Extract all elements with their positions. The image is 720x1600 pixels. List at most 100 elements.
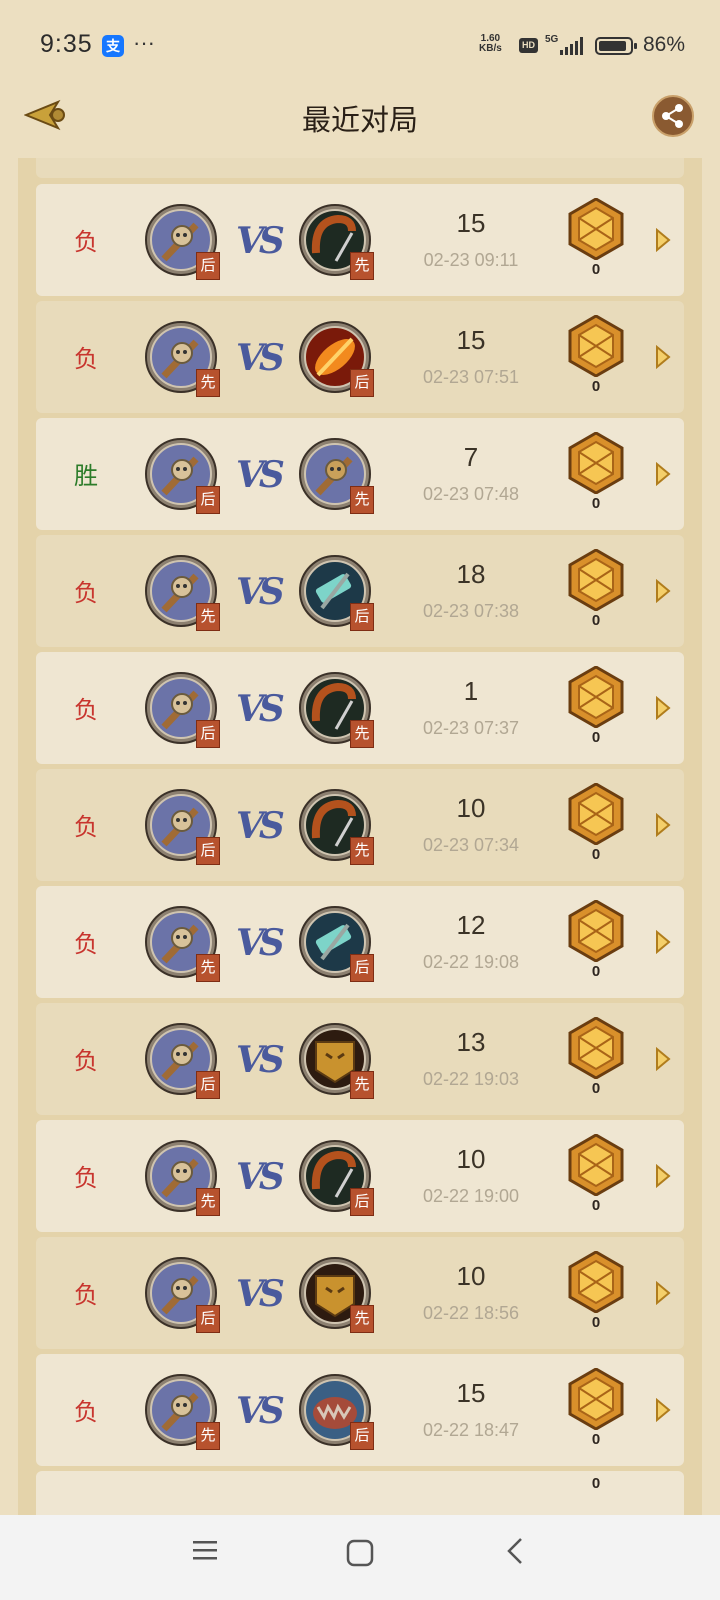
match-row[interactable]: 胜后 VS 先 7 02-23 07:48 0 (36, 418, 684, 530)
match-row[interactable]: 负先 VS 后 10 02-22 19:00 0 (36, 1120, 684, 1232)
alipay-notification-icon: 支 (102, 35, 124, 57)
share-button[interactable] (652, 95, 694, 137)
more-notifications-icon: ··· (133, 30, 155, 55)
opponent-hero-portrait: 后 (298, 320, 374, 397)
my-hero-portrait: 先 (144, 905, 220, 982)
menu-icon[interactable] (192, 1537, 218, 1563)
home-square-icon[interactable] (346, 1539, 374, 1567)
turn-count: 10 (456, 1144, 486, 1174)
match-datetime: 02-22 19:00 (422, 1186, 520, 1206)
share-icon (662, 104, 683, 128)
my-turn-order-badge: 后 (196, 837, 220, 865)
rank-gem-icon (568, 314, 624, 378)
my-turn-order-badge: 先 (196, 1422, 220, 1450)
turn-count: 10 (456, 793, 486, 823)
rank-value: 0 (591, 1475, 601, 1492)
match-result: 负 (74, 579, 98, 607)
vs-label: VS (236, 1156, 285, 1198)
rank-value: 0 (591, 1314, 601, 1331)
system-nav-bar (0, 1515, 720, 1600)
match-row[interactable]: 负后 VS 先 13 02-22 19:03 0 (36, 1003, 684, 1115)
rank-gem-icon (568, 1367, 624, 1431)
match-row[interactable]: 负后 VS 先 1 02-23 07:37 0 (36, 652, 684, 764)
opponent-hero-portrait: 后 (298, 905, 374, 982)
opponent-turn-order-badge: 后 (350, 954, 374, 982)
rank-value: 0 (591, 612, 601, 629)
opponent-turn-order-badge: 后 (350, 1188, 374, 1216)
match-row[interactable]: 负先 VS 后 15 02-22 18:47 0 (36, 1354, 684, 1466)
rank-value: 0 (591, 846, 601, 863)
replay-play-icon[interactable] (654, 1398, 672, 1422)
replay-play-icon[interactable] (654, 462, 672, 486)
app-header: 最近对局 (0, 90, 720, 158)
match-datetime: 02-23 07:37 (422, 718, 520, 738)
opponent-turn-order-badge: 先 (350, 1305, 374, 1333)
opponent-turn-order-badge: 后 (350, 1422, 374, 1450)
replay-play-icon[interactable] (654, 228, 672, 252)
my-hero-portrait: 后 (144, 788, 220, 865)
match-datetime: 02-22 19:08 (422, 952, 520, 972)
my-hero-portrait: 后 (144, 437, 220, 514)
match-row[interactable]: 负后 VS 先 10 02-22 18:56 0 (36, 1237, 684, 1349)
match-row[interactable]: 负先 VS 后 12 02-22 19:08 0 (36, 886, 684, 998)
my-hero-portrait: 后 (144, 671, 220, 748)
match-list-frame: 0 负后VS先1502-23 09:110负先VS后1502-23 07:510… (18, 158, 702, 1515)
match-result: 胜 (74, 462, 98, 490)
opponent-turn-order-badge: 先 (350, 837, 374, 865)
match-row-partial-top[interactable]: 0 (36, 158, 684, 178)
replay-play-icon[interactable] (654, 1164, 672, 1188)
match-datetime: 02-22 18:47 (422, 1420, 520, 1440)
replay-play-icon[interactable] (654, 1047, 672, 1071)
match-datetime: 02-22 18:56 (422, 1303, 520, 1323)
rank-value: 0 (591, 1197, 601, 1214)
replay-play-icon[interactable] (654, 345, 672, 369)
my-turn-order-badge: 后 (196, 1305, 220, 1333)
opponent-turn-order-badge: 先 (350, 486, 374, 514)
turn-count: 18 (456, 559, 486, 589)
rank-value: 0 (591, 729, 601, 746)
vs-label: VS (236, 571, 285, 613)
match-row-partial-bottom[interactable]: 0 (36, 1471, 684, 1515)
rank-gem-icon (568, 1250, 624, 1314)
vs-label: VS (236, 805, 285, 847)
status-bar: 9:35 支 ··· 1.60 KB/s HD 5G 86% (0, 0, 720, 90)
replay-play-icon[interactable] (654, 1281, 672, 1305)
rank-gem-icon (568, 899, 624, 963)
match-row[interactable]: 负后 VS 先 15 02-23 09:11 0 (36, 184, 684, 296)
my-hero-portrait: 先 (144, 1373, 220, 1450)
my-hero-portrait: 后 (144, 1022, 220, 1099)
match-result: 负 (74, 228, 98, 256)
match-row[interactable]: 负后 VS 先 10 02-23 07:34 0 (36, 769, 684, 881)
page-title: 最近对局 (301, 103, 418, 137)
opponent-turn-order-badge: 先 (350, 1071, 374, 1099)
status-time: 9:35 (40, 30, 93, 58)
match-result: 负 (74, 696, 98, 724)
replay-play-icon[interactable] (654, 696, 672, 720)
replay-play-icon[interactable] (654, 579, 672, 603)
replay-play-icon[interactable] (654, 930, 672, 954)
vs-label: VS (236, 688, 285, 730)
opponent-hero-portrait: 先 (298, 788, 374, 865)
network-type: 5G (545, 34, 559, 45)
rank-gem-icon (568, 1133, 624, 1197)
opponent-turn-order-badge: 后 (350, 603, 374, 631)
my-hero-portrait: 先 (144, 1139, 220, 1216)
vs-label: VS (236, 1390, 285, 1432)
opponent-turn-order-badge: 后 (350, 369, 374, 397)
match-row[interactable]: 负先 VS 后 18 02-23 07:38 0 (36, 535, 684, 647)
back-chevron-icon[interactable] (505, 1537, 525, 1565)
opponent-hero-portrait: 先 (298, 1256, 374, 1333)
turn-count: 15 (456, 325, 486, 355)
opponent-turn-order-badge: 先 (350, 720, 374, 748)
vs-label: VS (236, 1273, 285, 1315)
rank-value: 0 (568, 158, 624, 160)
rank-gem-icon (568, 1016, 624, 1080)
network-speed: 1.60 KB/s (479, 34, 502, 54)
my-turn-order-badge: 后 (196, 1071, 220, 1099)
my-hero-portrait: 先 (144, 320, 220, 397)
match-row[interactable]: 负先 VS 后 15 02-23 07:51 0 (36, 301, 684, 413)
rank-value: 0 (591, 378, 601, 395)
hd-badge: HD (519, 38, 538, 53)
rank-gem-icon (568, 548, 624, 612)
replay-play-icon[interactable] (654, 813, 672, 837)
